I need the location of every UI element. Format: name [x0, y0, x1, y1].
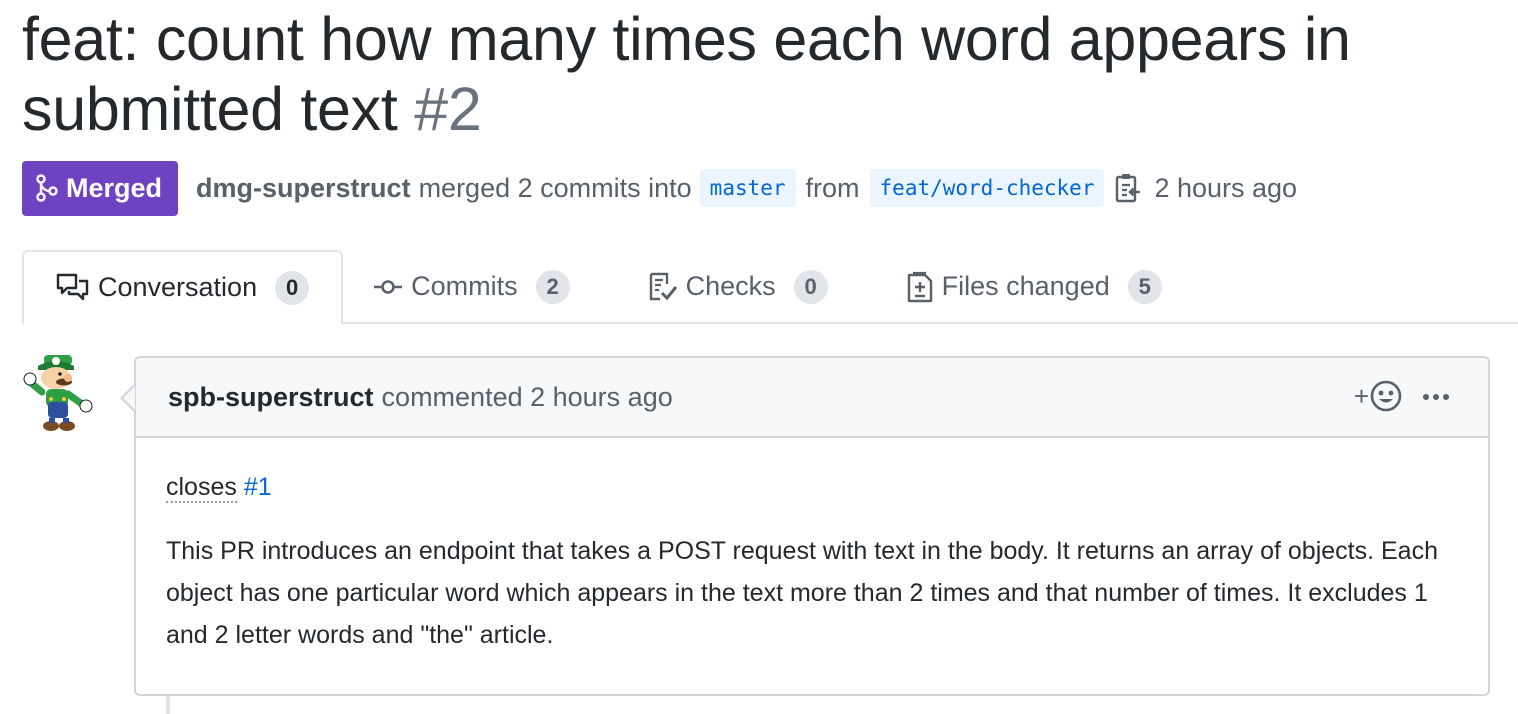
comment-box: spb-superstruct commented 2 hours ago + … — [134, 356, 1490, 696]
pr-title: feat: count how many times each word app… — [22, 4, 1492, 144]
comment-timestamp[interactable]: commented 2 hours ago — [382, 382, 673, 413]
comment-pointer-inner — [123, 386, 135, 410]
merge-summary: dmg-superstruct merged 2 commits into ma… — [196, 169, 1297, 207]
tab-commits-label: Commits — [411, 271, 518, 301]
merge-author-link[interactable]: dmg-superstruct — [196, 173, 411, 204]
git-commit-icon — [373, 277, 403, 297]
head-branch[interactable]: feat/word-checker — [869, 169, 1105, 207]
comment-options-button[interactable] — [1422, 380, 1450, 414]
reaction-plus: + — [1353, 380, 1369, 411]
tab-checks-count: 0 — [793, 269, 828, 304]
comment-header: spb-superstruct commented 2 hours ago + — [136, 358, 1488, 438]
tab-conversation-count: 0 — [275, 270, 310, 305]
tab-commits-count: 2 — [535, 269, 570, 304]
checklist-icon — [648, 272, 678, 302]
pr-meta: Merged dmg-superstruct merged 2 commits … — [22, 160, 1297, 216]
timeline-line — [166, 696, 170, 714]
tab-conversation-label: Conversation — [98, 272, 258, 302]
comment-paragraph: This PR introduces an endpoint that take… — [166, 537, 1438, 649]
file-diff-icon — [906, 271, 934, 303]
closes-keyword: closes — [166, 473, 237, 503]
pr-title-text: feat: count how many times each word app… — [22, 5, 1351, 143]
tab-files-changed-label: Files changed — [941, 271, 1110, 301]
tab-checks[interactable]: Checks 0 — [600, 250, 858, 323]
comment-discussion-icon — [56, 273, 90, 303]
state-label: Merged — [66, 172, 163, 203]
merge-time[interactable]: 2 hours ago — [1154, 173, 1297, 204]
pr-number: #2 — [414, 75, 482, 143]
copy-branch-icon[interactable] — [1114, 172, 1142, 204]
closes-line: closes #1 — [166, 466, 1458, 508]
add-reaction-button[interactable]: + — [1354, 380, 1402, 412]
merged-state-badge: Merged — [22, 160, 179, 216]
merge-description: merged 2 commits into — [418, 172, 692, 203]
tab-files-changed[interactable]: Files changed 5 — [858, 250, 1192, 323]
comment-body: closes #1 This PR introduces an endpoint… — [136, 438, 1488, 656]
comment-author-link[interactable]: spb-superstruct — [168, 382, 374, 413]
base-branch[interactable]: master — [699, 169, 796, 207]
issue-reference-link[interactable]: #1 — [244, 473, 272, 501]
avatar[interactable] — [22, 352, 104, 434]
smiley-icon — [1370, 380, 1402, 412]
pr-tabs: Conversation 0 Commits 2 Checks 0 Files … — [22, 250, 1192, 325]
tab-checks-label: Checks — [685, 271, 776, 301]
tab-commits[interactable]: Commits 2 — [343, 250, 600, 323]
tab-conversation[interactable]: Conversation 0 — [22, 250, 344, 325]
from-text: from — [805, 172, 860, 203]
kebab-horizontal-icon — [1423, 394, 1449, 400]
git-merge-icon — [36, 174, 58, 202]
tab-files-changed-count: 5 — [1127, 269, 1162, 304]
